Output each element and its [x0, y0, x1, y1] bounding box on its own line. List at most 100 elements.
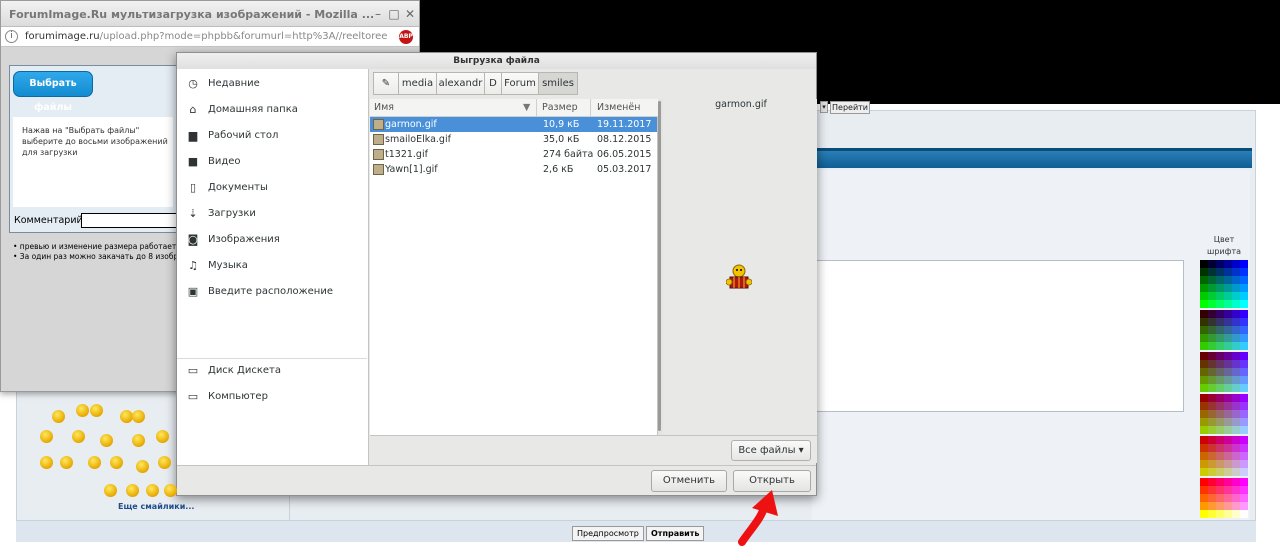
color-swatch[interactable] [1224, 292, 1232, 300]
color-swatch[interactable] [1208, 334, 1216, 342]
smiley-icon[interactable] [90, 404, 103, 417]
color-swatch[interactable] [1224, 436, 1232, 444]
color-swatch[interactable] [1216, 494, 1224, 502]
color-swatch[interactable] [1232, 410, 1240, 418]
color-swatch[interactable] [1208, 310, 1216, 318]
color-swatch[interactable] [1200, 394, 1208, 402]
color-swatch[interactable] [1232, 376, 1240, 384]
color-swatch[interactable] [1224, 478, 1232, 486]
color-swatch[interactable] [1232, 360, 1240, 368]
smiley-icon[interactable] [132, 410, 145, 423]
color-swatch[interactable] [1200, 376, 1208, 384]
file-row[interactable]: garmon.gif 10,9 кБ 19.11.2017 [370, 117, 657, 132]
color-swatch[interactable] [1224, 300, 1232, 308]
color-swatch[interactable] [1232, 468, 1240, 476]
column-size-header[interactable]: Размер [542, 102, 578, 113]
color-swatch[interactable] [1200, 510, 1208, 518]
color-swatch[interactable] [1208, 426, 1216, 434]
color-swatch[interactable] [1232, 352, 1240, 360]
color-swatch[interactable] [1200, 342, 1208, 350]
color-swatch[interactable] [1200, 360, 1208, 368]
color-swatch[interactable] [1240, 268, 1248, 276]
color-swatch[interactable] [1232, 384, 1240, 392]
path-crumb-forum[interactable]: Forum [501, 72, 539, 95]
sidebar-item-recent[interactable]: ◷ Недавние [177, 71, 367, 97]
color-swatch[interactable] [1208, 276, 1216, 284]
color-swatch[interactable] [1224, 394, 1232, 402]
smiley-icon[interactable] [100, 434, 113, 447]
color-swatch[interactable] [1240, 376, 1248, 384]
file-row[interactable]: t1321.gif 274 байта 06.05.2015 [370, 147, 657, 162]
path-crumb-smiles[interactable]: smiles [538, 72, 578, 95]
smiley-icon[interactable] [164, 484, 177, 497]
color-swatch[interactable] [1208, 452, 1216, 460]
comment-input[interactable] [81, 213, 181, 228]
color-swatch[interactable] [1216, 510, 1224, 518]
color-swatch[interactable] [1216, 318, 1224, 326]
color-swatch[interactable] [1208, 268, 1216, 276]
color-swatch[interactable] [1240, 318, 1248, 326]
close-icon[interactable]: ✕ [403, 7, 417, 21]
color-swatch[interactable] [1232, 418, 1240, 426]
color-swatch[interactable] [1240, 478, 1248, 486]
file-row[interactable]: Yawn[1].gif 2,6 кБ 05.03.2017 [370, 162, 657, 177]
sidebar-item-home[interactable]: ⌂ Домашняя папка [177, 97, 367, 123]
color-swatch[interactable] [1240, 292, 1248, 300]
color-swatch[interactable] [1208, 502, 1216, 510]
color-swatch[interactable] [1224, 268, 1232, 276]
color-swatch[interactable] [1208, 486, 1216, 494]
color-swatch[interactable] [1232, 292, 1240, 300]
color-swatch[interactable] [1232, 502, 1240, 510]
color-swatch[interactable] [1224, 368, 1232, 376]
color-swatch[interactable] [1208, 494, 1216, 502]
color-swatch[interactable] [1200, 368, 1208, 376]
color-swatch[interactable] [1240, 426, 1248, 434]
color-swatch[interactable] [1232, 326, 1240, 334]
color-swatch[interactable] [1240, 460, 1248, 468]
color-swatch[interactable] [1224, 334, 1232, 342]
sidebar-item-music[interactable]: ♫ Музыка [177, 253, 367, 279]
preview-button[interactable]: Предпросмотр [572, 526, 644, 541]
color-swatch[interactable] [1240, 368, 1248, 376]
smiley-icon[interactable] [40, 456, 53, 469]
color-swatch[interactable] [1224, 410, 1232, 418]
color-swatch[interactable] [1232, 342, 1240, 350]
color-swatch[interactable] [1240, 334, 1248, 342]
color-swatch[interactable] [1216, 352, 1224, 360]
color-swatch[interactable] [1200, 478, 1208, 486]
color-swatch[interactable] [1216, 418, 1224, 426]
color-swatch[interactable] [1216, 394, 1224, 402]
sidebar-item-floppy[interactable]: ▭ Диск Дискета [177, 358, 367, 384]
color-swatch[interactable] [1216, 334, 1224, 342]
color-swatch[interactable] [1200, 268, 1208, 276]
color-swatch[interactable] [1240, 342, 1248, 350]
color-swatch[interactable] [1232, 436, 1240, 444]
color-swatch[interactable] [1200, 300, 1208, 308]
smiley-icon[interactable] [158, 456, 171, 469]
path-toggle-button[interactable]: ✎ [373, 72, 399, 95]
smiley-icon[interactable] [132, 434, 145, 447]
color-swatch[interactable] [1200, 468, 1208, 476]
color-swatch[interactable] [1208, 368, 1216, 376]
color-swatch[interactable] [1232, 318, 1240, 326]
smiley-icon[interactable] [126, 484, 139, 497]
more-smilies-link[interactable]: Еще смайлики... [118, 502, 194, 511]
color-swatch[interactable] [1232, 300, 1240, 308]
color-swatch[interactable] [1216, 452, 1224, 460]
color-swatch[interactable] [1200, 426, 1208, 434]
color-palette[interactable] [1200, 260, 1248, 520]
scrollbar-thumb[interactable] [658, 101, 661, 431]
color-swatch[interactable] [1224, 402, 1232, 410]
color-swatch[interactable] [1240, 468, 1248, 476]
color-swatch[interactable] [1200, 318, 1208, 326]
cancel-button[interactable]: Отменить [651, 470, 727, 492]
smiley-icon[interactable] [146, 484, 159, 497]
color-swatch[interactable] [1240, 436, 1248, 444]
color-swatch[interactable] [1200, 444, 1208, 452]
color-swatch[interactable] [1216, 268, 1224, 276]
smiley-icon[interactable] [104, 484, 117, 497]
color-swatch[interactable] [1208, 478, 1216, 486]
address-bar[interactable]: i forumimage.ru/upload.php?mode=phpbb&fo… [1, 27, 419, 47]
color-swatch[interactable] [1216, 326, 1224, 334]
path-crumb-alexandr[interactable]: alexandr [436, 72, 485, 95]
